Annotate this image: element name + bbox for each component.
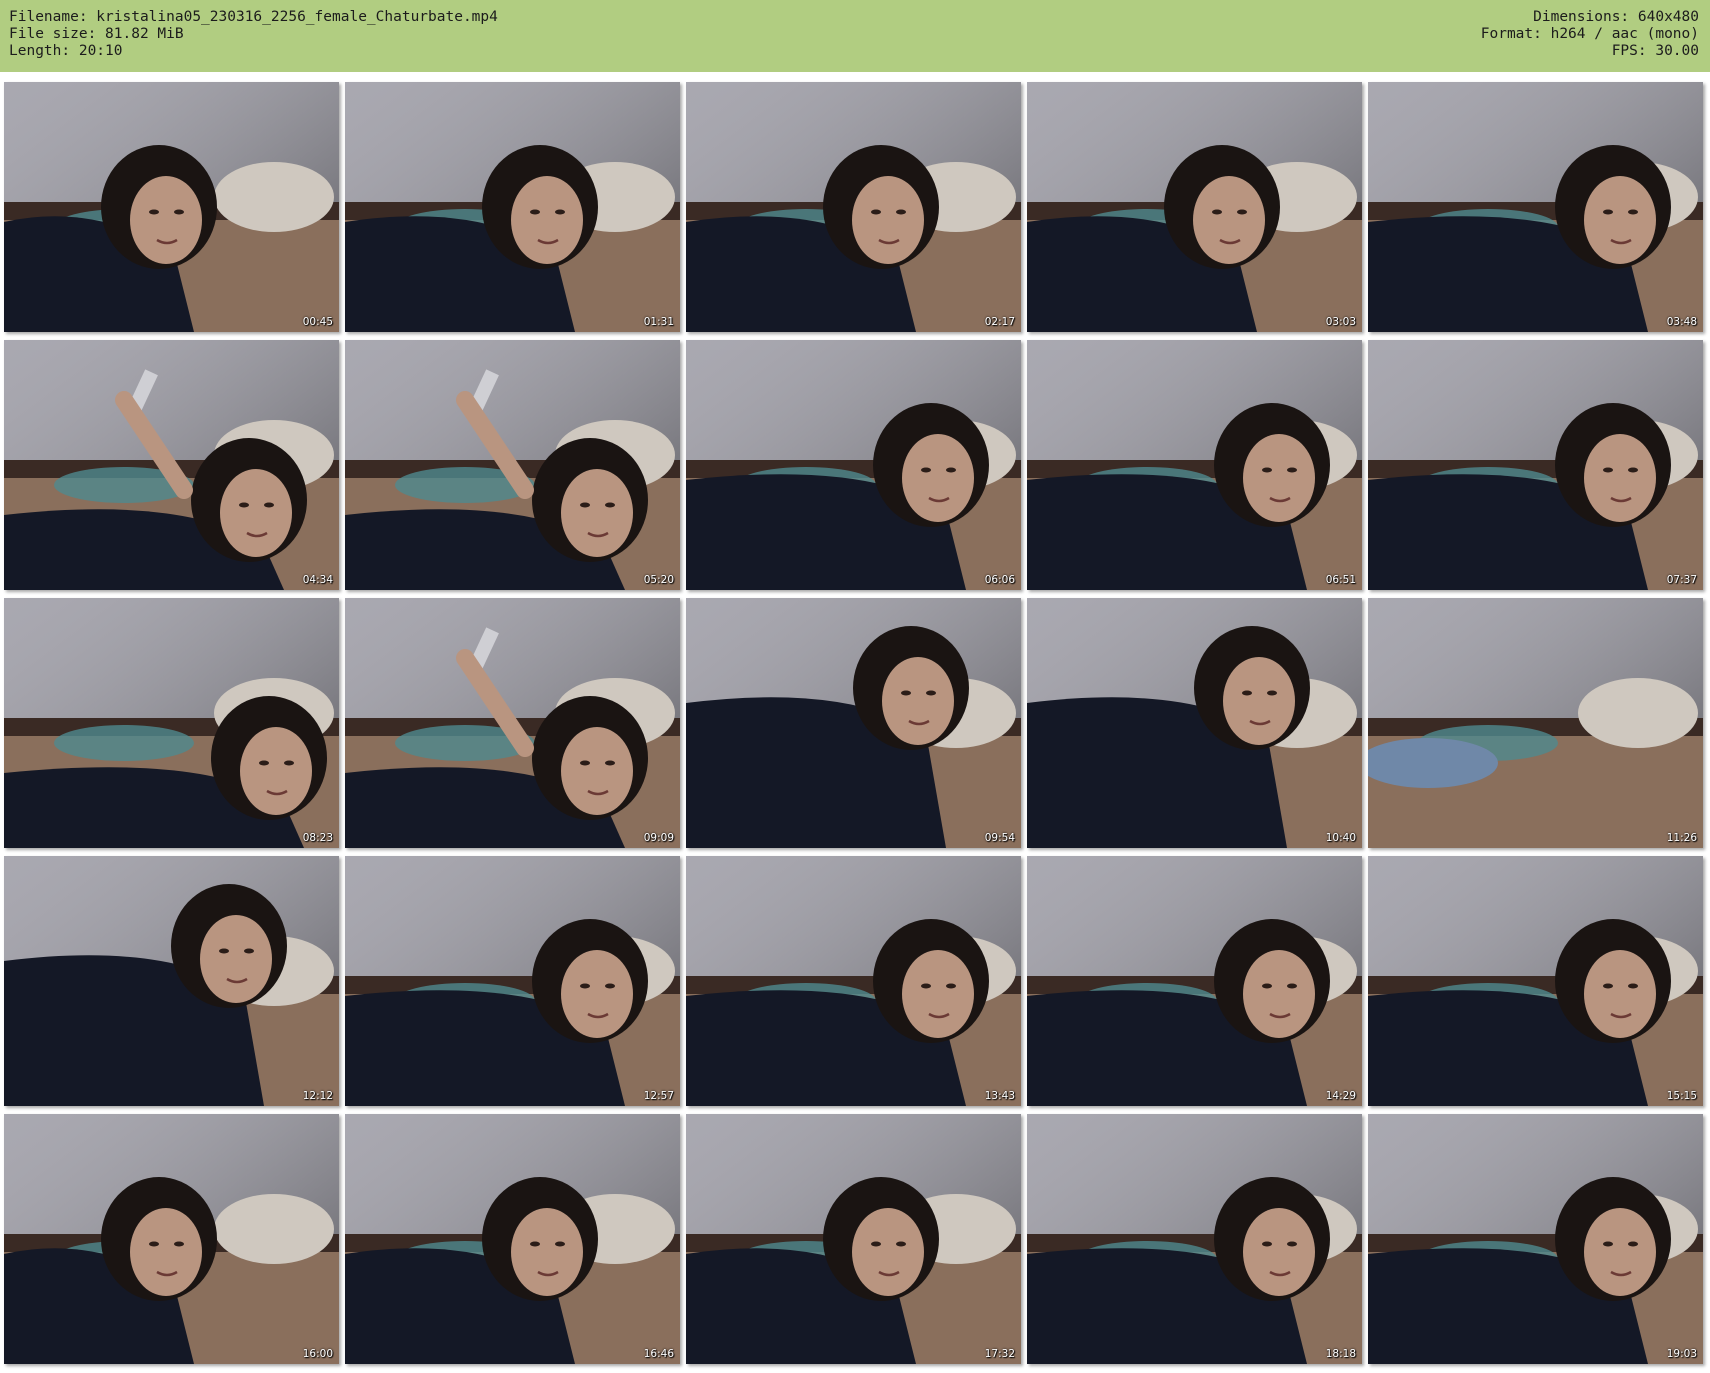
video-thumbnail: 14:29 (1027, 856, 1362, 1106)
thumbnail-frame-image (345, 1114, 680, 1364)
video-thumbnail: 00:45 (4, 82, 339, 332)
thumbnail-timestamp: 19:03 (1666, 1348, 1697, 1360)
thumbnail-timestamp: 03:48 (1666, 316, 1697, 328)
video-thumbnail: 04:34 (4, 340, 339, 590)
video-thumbnail: 13:43 (686, 856, 1021, 1106)
thumbnail-frame-image (1368, 82, 1703, 332)
video-thumbnail: 06:06 (686, 340, 1021, 590)
filename-text: Filename: kristalina05_230316_2256_femal… (9, 9, 498, 25)
thumbnail-frame-image (345, 82, 680, 332)
video-thumbnail: 08:23 (4, 598, 339, 848)
thumbnail-timestamp: 06:51 (1325, 574, 1356, 586)
thumbnail-frame-image (1027, 598, 1362, 848)
video-thumbnail: 16:46 (345, 1114, 680, 1364)
thumbnail-timestamp: 06:06 (984, 574, 1015, 586)
video-thumbnail: 03:48 (1368, 82, 1703, 332)
video-thumbnail: 18:18 (1027, 1114, 1362, 1364)
thumbnail-timestamp: 16:46 (643, 1348, 674, 1360)
thumbnail-timestamp: 00:45 (302, 316, 333, 328)
thumbnail-timestamp: 05:20 (643, 574, 674, 586)
length-text: Length: 20:10 (9, 43, 123, 59)
thumbnail-timestamp: 12:12 (302, 1090, 333, 1102)
thumbnail-timestamp: 18:18 (1325, 1348, 1356, 1360)
video-thumbnail: 12:12 (4, 856, 339, 1106)
file-info-right: Dimensions: 640x480 Format: h264 / aac (… (1481, 9, 1699, 60)
thumbnail-timestamp: 15:15 (1666, 1090, 1697, 1102)
thumbnail-timestamp: 11:26 (1666, 832, 1697, 844)
thumbnail-frame-image (4, 340, 339, 590)
video-thumbnail: 11:26 (1368, 598, 1703, 848)
dimensions-text: Dimensions: 640x480 (1533, 9, 1699, 25)
thumbnail-frame-image (4, 598, 339, 848)
thumbnail-timestamp: 10:40 (1325, 832, 1356, 844)
thumbnail-timestamp: 07:37 (1666, 574, 1697, 586)
video-thumbnail: 19:03 (1368, 1114, 1703, 1364)
filesize-text: File size: 81.82 MiB (9, 26, 184, 42)
video-thumbnail: 17:32 (686, 1114, 1021, 1364)
thumbnail-timestamp: 14:29 (1325, 1090, 1356, 1102)
thumbnail-timestamp: 13:43 (984, 1090, 1015, 1102)
thumbnail-frame-image (1368, 1114, 1703, 1364)
thumbnail-frame-image (1027, 340, 1362, 590)
fps-text: FPS: 30.00 (1611, 43, 1699, 59)
video-thumbnail: 01:31 (345, 82, 680, 332)
video-thumbnail: 15:15 (1368, 856, 1703, 1106)
thumbnail-frame-image (4, 82, 339, 332)
thumbnail-timestamp: 02:17 (984, 316, 1015, 328)
video-thumbnail: 07:37 (1368, 340, 1703, 590)
thumbnail-frame-image (686, 340, 1021, 590)
thumbnail-frame-image (1027, 856, 1362, 1106)
video-thumbnail: 05:20 (345, 340, 680, 590)
thumbnail-frame-image (1027, 1114, 1362, 1364)
video-thumbnail: 09:54 (686, 598, 1021, 848)
thumbnail-frame-image (345, 598, 680, 848)
thumbnail-frame-image (4, 1114, 339, 1364)
thumbnail-frame-image (1368, 340, 1703, 590)
thumbnail-frame-image (1368, 598, 1703, 848)
thumbnail-timestamp: 17:32 (984, 1348, 1015, 1360)
thumbnail-frame-image (4, 856, 339, 1106)
thumbnail-frame-image (1027, 82, 1362, 332)
video-thumbnail: 03:03 (1027, 82, 1362, 332)
thumbnail-frame-image (1368, 856, 1703, 1106)
thumbnail-timestamp: 16:00 (302, 1348, 333, 1360)
thumbnail-timestamp: 09:54 (984, 832, 1015, 844)
video-thumbnail: 06:51 (1027, 340, 1362, 590)
thumbnail-timestamp: 03:03 (1325, 316, 1356, 328)
video-thumbnail: 02:17 (686, 82, 1021, 332)
thumbnail-timestamp: 08:23 (302, 832, 333, 844)
thumbnail-timestamp: 12:57 (643, 1090, 674, 1102)
thumbnail-frame-image (345, 340, 680, 590)
video-thumbnail: 10:40 (1027, 598, 1362, 848)
file-info-left: Filename: kristalina05_230316_2256_femal… (9, 9, 498, 60)
thumbnail-frame-image (686, 82, 1021, 332)
video-thumbnail: 16:00 (4, 1114, 339, 1364)
thumbnail-frame-image (686, 856, 1021, 1106)
video-thumbnail: 12:57 (345, 856, 680, 1106)
thumbnail-timestamp: 04:34 (302, 574, 333, 586)
thumbnail-frame-image (345, 856, 680, 1106)
format-text: Format: h264 / aac (mono) (1480, 26, 1699, 42)
thumbnail-frame-image (686, 1114, 1021, 1364)
thumbnail-timestamp: 09:09 (643, 832, 674, 844)
video-thumbnail: 09:09 (345, 598, 680, 848)
thumbnail-frame-image (686, 598, 1021, 848)
info-header: Filename: kristalina05_230316_2256_femal… (0, 0, 1710, 72)
thumbnail-grid: 00:45 01:31 02:17 03:03 03:48 04:34 05:20 06:06… (4, 82, 1703, 1364)
thumbnail-timestamp: 01:31 (643, 316, 674, 328)
